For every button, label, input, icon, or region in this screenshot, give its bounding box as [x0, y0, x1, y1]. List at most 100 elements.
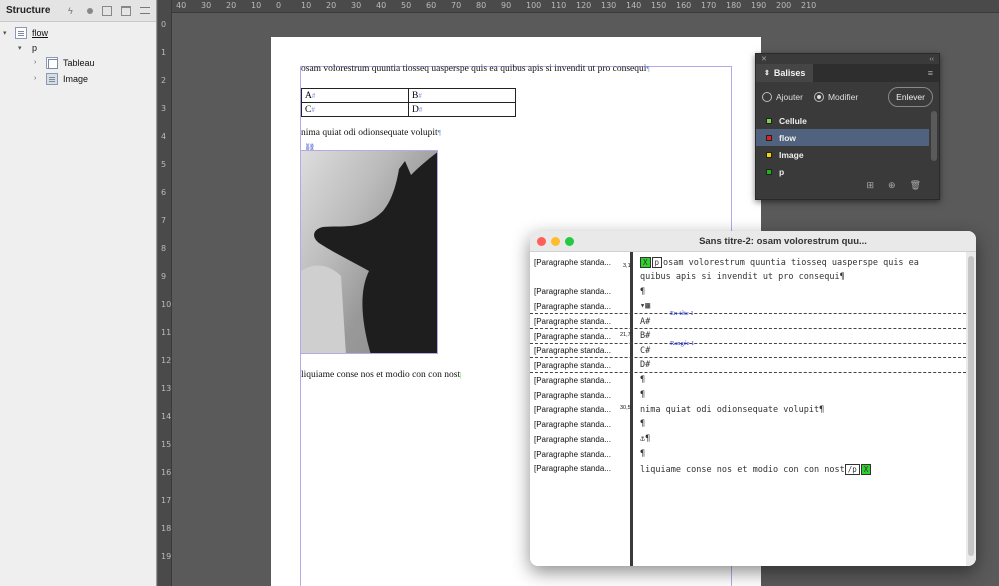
tags-panel-topbar: ✕ ‹‹	[756, 54, 939, 64]
table-cell[interactable]: A#	[301, 88, 409, 103]
structure-panel: Structure ϟ ▾ flow ▾ p › Tableau › Image	[0, 0, 157, 586]
table-cell[interactable]: B#	[408, 88, 516, 103]
story-table-icon-line[interactable]: ▾▦	[640, 301, 650, 311]
story-line[interactable]: liquiame conse nos et modio con con nost…	[640, 464, 872, 475]
chevron-right-icon[interactable]: ›	[34, 75, 42, 82]
table-icon[interactable]: ▾▦	[640, 301, 650, 311]
ruler-tick-label: 16	[161, 468, 172, 477]
horse-image[interactable]	[300, 150, 438, 354]
story-editor-window: Sans titre-2: osam volorestrum quu... [P…	[530, 231, 976, 566]
story-scroll-thumb[interactable]	[968, 256, 974, 556]
vertical-ruler: 0 1 2 3 4 5 6 7 8 9 10 11 12 13 14 15 16 17 18 19	[158, 0, 172, 586]
story-line[interactable]: ¶	[640, 390, 645, 400]
tag-color-swatch	[766, 168, 772, 175]
ruler-tick-label: 90	[501, 1, 512, 10]
paragraph-style-label: [Paragraphe standa...	[534, 420, 611, 429]
paragraph-style-label: [Paragraphe standa...	[534, 435, 611, 444]
ruler-tick-label: 150	[651, 1, 667, 10]
tree-node-tableau[interactable]: › Tableau	[34, 55, 95, 70]
table-row-label: Rangée 1	[670, 340, 695, 347]
remove-button[interactable]: Enlever	[888, 87, 933, 107]
story-anchor-line[interactable]: ⚓¶	[640, 434, 650, 444]
radio-modify[interactable]	[813, 92, 824, 102]
paragraph-marker: |	[460, 371, 462, 379]
ruler-tick-label: 8	[161, 244, 167, 253]
chevron-down-icon[interactable]: ▾	[3, 29, 11, 37]
chevron-down-icon[interactable]: ▾	[18, 44, 26, 52]
tags-scrollbar[interactable]	[931, 111, 937, 161]
radio-add-label: Ajouter	[776, 92, 803, 102]
tag-marker-end: /p	[844, 464, 860, 475]
document-table[interactable]: A# B# C# D#	[301, 88, 516, 117]
ruler-tick-label: 10	[301, 1, 312, 10]
ruler-tick-label: 80	[476, 1, 487, 10]
minimize-window-button[interactable]	[551, 237, 560, 246]
tag-item-p[interactable]: p	[756, 163, 929, 180]
close-icon[interactable]: ✕	[761, 55, 767, 63]
tag-item-flow[interactable]: flow	[756, 129, 929, 146]
panel-menu-icon[interactable]: ≡	[928, 68, 933, 78]
ruler-tick-label: 140	[626, 1, 642, 10]
ruler-tick-label: 12	[161, 356, 172, 365]
horizontal-ruler: 40 30 20 10 0 10 20 30 40 50 60 70 80 90 100 110 120 130 1…	[158, 0, 999, 13]
story-line[interactable]: ¶	[640, 375, 645, 385]
tag-options-icon[interactable]: ⊞	[866, 180, 874, 191]
story-line[interactable]: ¶	[640, 419, 645, 429]
tree-node-flow[interactable]: ▾ flow	[3, 25, 48, 40]
story-line[interactable]: B#	[640, 331, 650, 341]
story-line[interactable]: ¶	[640, 449, 645, 459]
story-line[interactable]: ¶	[640, 287, 645, 297]
lightning-icon[interactable]: ϟ	[68, 6, 78, 16]
table-divider	[530, 372, 976, 373]
story-line[interactable]: A#	[640, 317, 650, 327]
story-line[interactable]: quibus apis si invendit ut pro consequi¶	[640, 272, 845, 282]
trash-icon[interactable]: 🗑	[910, 180, 921, 191]
story-title: Sans titre-2: osam volorestrum quu...	[699, 235, 867, 247]
tree-node-image[interactable]: › Image	[34, 71, 88, 86]
ruler-tick-label: 0	[276, 1, 282, 10]
table-cell[interactable]: D#	[408, 102, 516, 117]
ruler-tick-label: 190	[751, 1, 767, 10]
trash-icon[interactable]	[121, 5, 131, 16]
collapse-icon[interactable]: ‹‹	[929, 56, 934, 63]
close-window-button[interactable]	[537, 237, 546, 246]
image-element-icon	[46, 72, 58, 85]
paragraph-style-label: [Paragraphe standa...	[534, 376, 611, 385]
tag-item-cellule[interactable]: Cellule	[756, 112, 929, 129]
cell-text: D	[412, 104, 419, 115]
ruler-tick-label: 160	[676, 1, 692, 10]
structure-header: Structure ϟ	[0, 0, 156, 22]
new-element-icon[interactable]	[102, 5, 112, 16]
story-line[interactable]: nima quiat odi odionsequate volupit¶	[640, 405, 824, 415]
table-divider	[530, 328, 976, 329]
tree-node-p[interactable]: ▾ p	[18, 40, 37, 55]
tree-node-label: Tableau	[63, 57, 95, 68]
story-titlebar: Sans titre-2: osam volorestrum quu...	[530, 231, 976, 252]
ruler-tick-label: 5	[161, 160, 167, 169]
ruler-tick-label: 10	[161, 300, 172, 309]
tree-node-label: Image	[63, 73, 89, 84]
circle-icon[interactable]	[87, 7, 93, 14]
cell-marker: #	[311, 91, 316, 100]
radio-add[interactable]	[762, 92, 772, 102]
story-line[interactable]: D#	[640, 360, 650, 370]
new-tag-icon[interactable]: ⊕	[888, 180, 896, 191]
story-line[interactable]: Xp osam volorestrum quuntia tiosseq uaspe…	[640, 257, 919, 268]
tag-marker-start: X	[640, 257, 651, 268]
document-line-3-text: liquiame conse nos et modio con con nost	[301, 370, 461, 380]
chevron-right-icon[interactable]: ›	[34, 59, 42, 66]
ruler-tick-label: 7	[161, 216, 167, 225]
ruler-tick-label: 30	[201, 1, 212, 10]
story-scrollbar[interactable]	[966, 252, 976, 566]
paragraph-marker: ¶	[646, 65, 650, 73]
table-cell[interactable]: C#	[301, 102, 409, 117]
story-line[interactable]: C#	[640, 346, 650, 356]
tag-item-image[interactable]: Image	[756, 146, 929, 163]
paragraph-style-label: [Paragraphe standa...	[534, 361, 611, 370]
zoom-window-button[interactable]	[565, 237, 574, 246]
menu-icon[interactable]	[140, 7, 150, 14]
ruler-tick-label: 3	[161, 104, 167, 113]
paragraph-style-label: [Paragraphe standa...	[534, 405, 611, 414]
ruler-tick-label: 19	[161, 552, 172, 561]
tab-tags[interactable]: ⇕ Balises	[756, 64, 814, 82]
